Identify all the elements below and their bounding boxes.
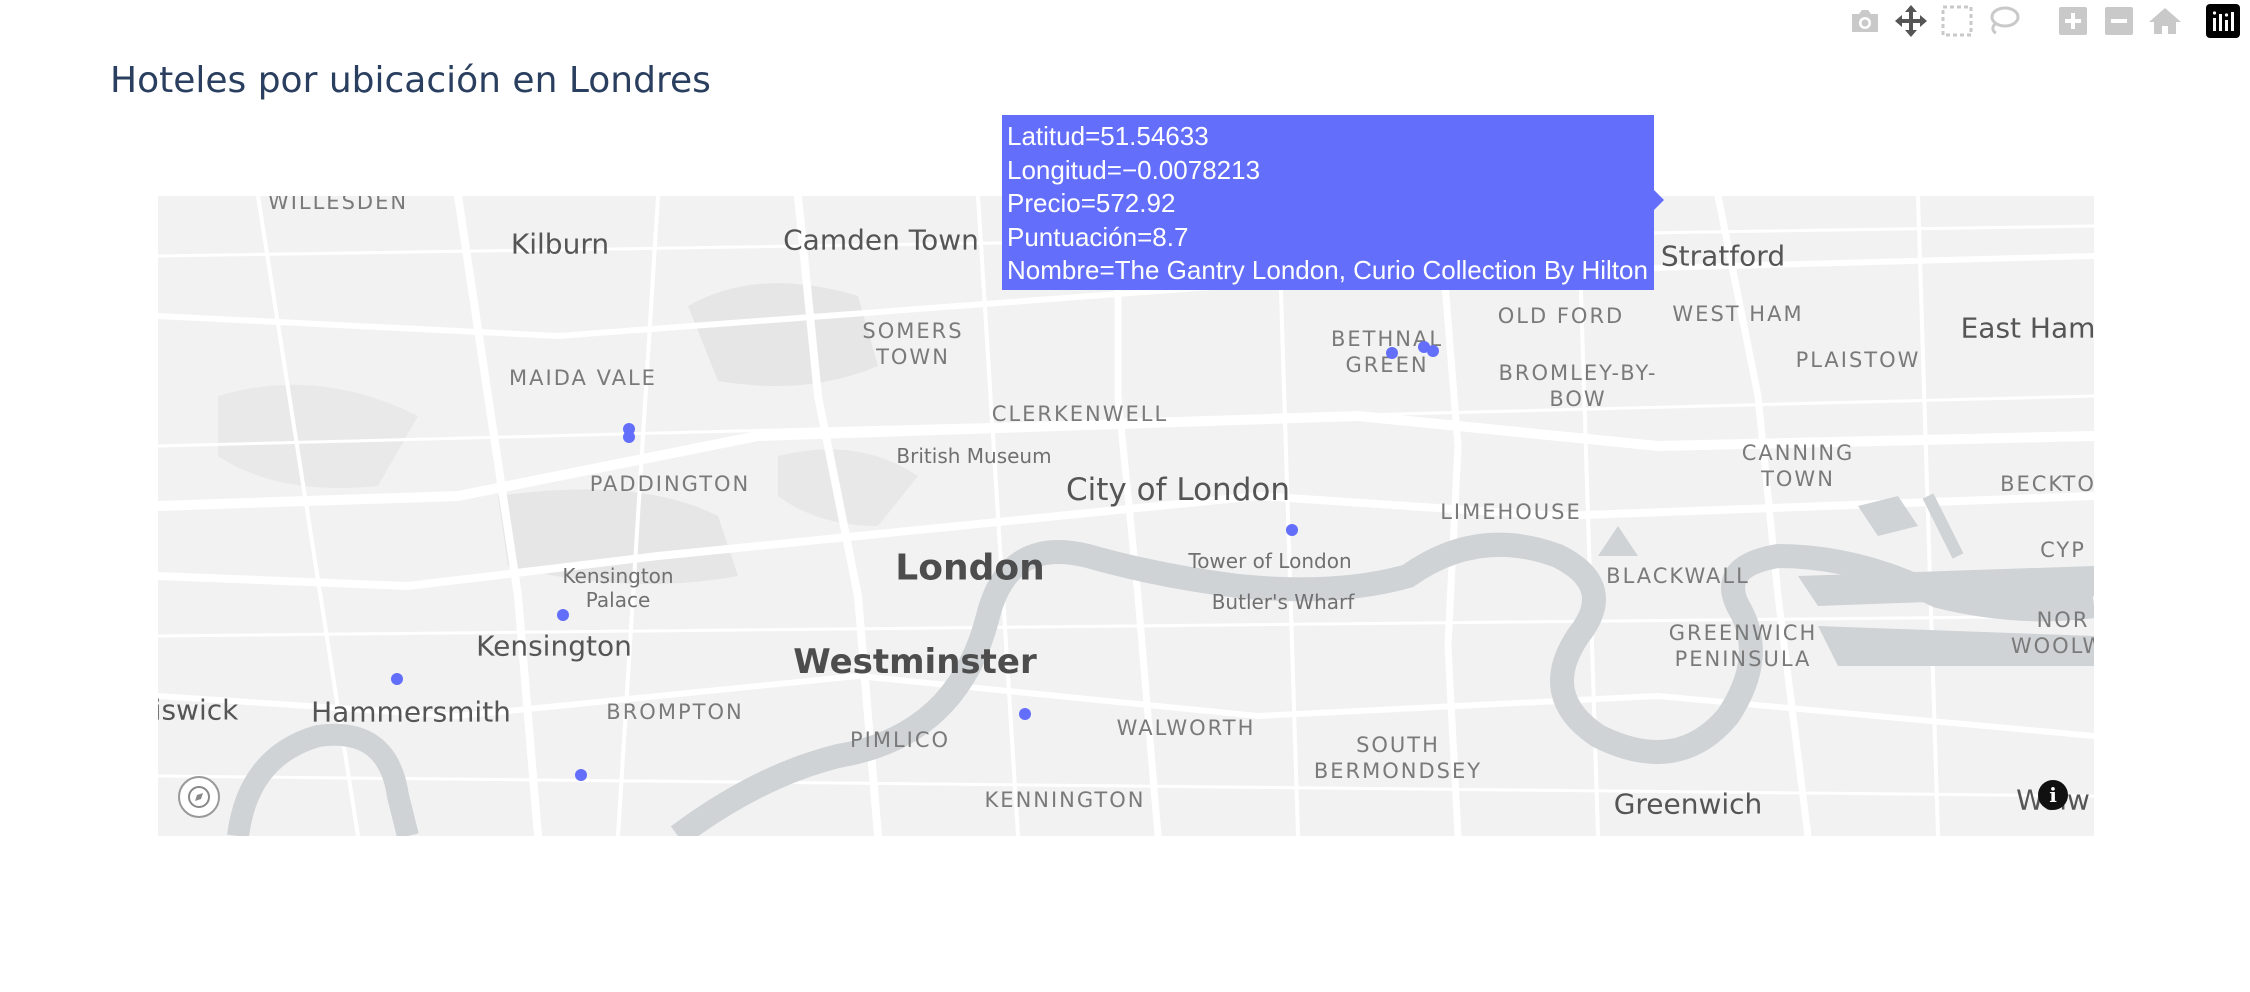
place-label-blackwall: BLACKWALL	[1606, 564, 1750, 588]
reset-view-icon[interactable]	[2148, 4, 2182, 38]
place-label-east-ham: East Ham	[1960, 311, 2094, 345]
hotel-marker[interactable]	[1385, 346, 1398, 359]
place-label-beckton: BECKTO	[2000, 472, 2094, 496]
map-feedback-icon[interactable]	[178, 776, 220, 818]
place-label-paddington: PADDINGTON	[589, 472, 751, 496]
place-label-tower-of-london: Tower of London	[1188, 549, 1352, 573]
map-info-icon[interactable]: i	[2038, 780, 2068, 810]
place-label-willesden: WILLESDEN	[267, 196, 409, 214]
place-label-kilburn: Kilburn	[510, 227, 610, 261]
place-label-cyp: CYP	[2040, 538, 2086, 562]
place-label-nor: NOR	[2036, 608, 2090, 632]
hover-tooltip: Latitud=51.54633 Longitud=−0.0078213 Pre…	[1002, 115, 1654, 290]
place-label-brompton: BROMPTON	[606, 700, 744, 724]
place-label-old-ford: OLD FORD	[1497, 304, 1625, 328]
chart-title: Hoteles por ubicación en Londres	[110, 60, 711, 101]
place-label-greenwich: Greenwich	[1613, 787, 1763, 821]
place-label-british-museum: British Museum	[896, 444, 1052, 468]
tooltip-latitude: Latitud=51.54633	[1007, 121, 1209, 151]
box-select-icon[interactable]	[1940, 4, 1974, 38]
place-label-plaistow: PLAISTOW	[1795, 348, 1921, 372]
place-label-camden-town: Camden Town	[783, 223, 979, 257]
place-label-south-bermondsey: SOUTH BERMONDSEY	[1313, 733, 1483, 783]
place-label-kennington: KENNINGTON	[984, 788, 1146, 812]
place-label-limehouse: LIMEHOUSE	[1440, 500, 1582, 524]
hotel-marker[interactable]	[1019, 707, 1032, 720]
hotel-marker[interactable]	[390, 673, 403, 686]
place-label-greenwich-peninsula: GREENWICH PENINSULA	[1668, 621, 1818, 671]
place-label-kensington: Kensington	[476, 629, 632, 663]
place-label-woolw: WOOLW	[2010, 634, 2094, 658]
place-label-clerkenwell: CLERKENWELL	[991, 402, 1169, 426]
hotel-marker[interactable]	[557, 609, 570, 621]
zoom-out-icon[interactable]	[2102, 4, 2136, 38]
place-label-butlers-wharf: Butler's Wharf	[1211, 590, 1355, 614]
tooltip-price: Precio=572.92	[1007, 188, 1176, 219]
hover-tooltip-pointer	[1654, 190, 1664, 210]
place-label-west-ham: WEST HAM	[1672, 302, 1804, 326]
plotly-logo-icon[interactable]	[2206, 4, 2240, 38]
place-label-bromley-by-bow: BROMLEY-BY-BOW	[1498, 361, 1658, 411]
map[interactable]: WILLESDEN Kilburn Camden Town SOMERS TOW…	[158, 196, 2094, 836]
tooltip-name: Nombre=The Gantry London, Curio Collecti…	[1007, 255, 1648, 286]
place-label-hammersmith: Hammersmith	[311, 695, 511, 729]
place-label-london: London	[895, 547, 1045, 589]
place-label-canning-town: CANNING TOWN	[1741, 441, 1855, 491]
modebar	[1836, 4, 2240, 38]
place-label-maida-vale: MAIDA VALE	[509, 366, 657, 390]
tooltip-longitude: Longitud=−0.0078213	[1007, 154, 1261, 185]
place-label-kensington-palace: Kensington Palace	[562, 564, 674, 612]
tooltip-score: Puntuación=8.7	[1007, 221, 1189, 252]
camera-icon[interactable]	[1848, 4, 1882, 38]
hotel-marker[interactable]	[1427, 345, 1440, 358]
place-label-somers-town: SOMERS TOWN	[862, 319, 964, 369]
place-label-city-of-london: City of London	[1066, 472, 1290, 508]
place-label-walworth: WALWORTH	[1116, 716, 1256, 740]
place-label-chiswick: iswick	[158, 693, 239, 727]
hotel-marker[interactable]	[575, 768, 588, 781]
pan-icon[interactable]	[1894, 4, 1928, 38]
lasso-select-icon[interactable]	[1986, 4, 2020, 38]
hotel-marker[interactable]	[1285, 524, 1298, 537]
zoom-in-icon[interactable]	[2056, 4, 2090, 38]
place-label-pimlico: PIMLICO	[849, 728, 951, 752]
place-label-stratford: Stratford	[1660, 239, 1786, 273]
hotel-marker[interactable]	[622, 431, 635, 444]
place-label-westminster: Westminster	[793, 642, 1037, 682]
